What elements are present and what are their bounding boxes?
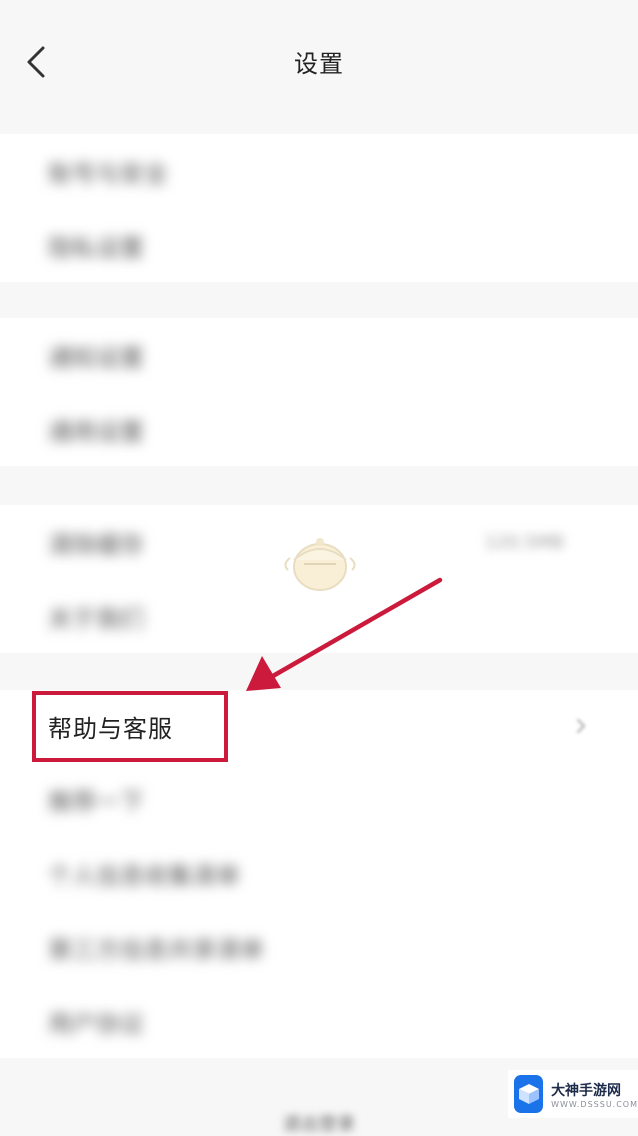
mascot-icon <box>284 538 356 591</box>
site-watermark: 大神手游网 WWW.DSSSU.COM <box>508 1070 638 1118</box>
cube-logo-icon <box>514 1075 544 1113</box>
watermark-name: 大神手游网 <box>551 1082 622 1099</box>
watermark-url: WWW.DSSSU.COM <box>551 1099 638 1109</box>
